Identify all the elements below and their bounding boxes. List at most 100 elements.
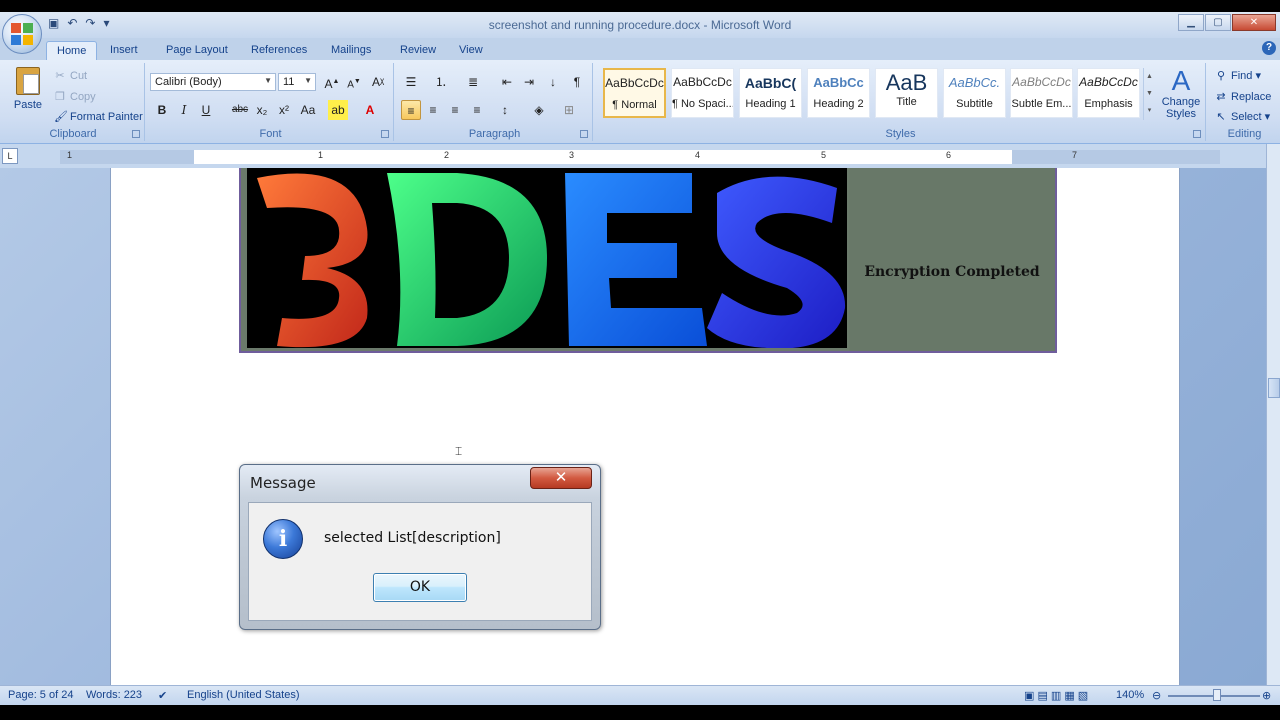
italic-button[interactable]: I (174, 100, 194, 120)
paste-icon (16, 67, 40, 95)
window-controls: ▁ ▢ ✕ (1178, 14, 1276, 31)
tab-home[interactable]: Home (46, 41, 98, 60)
paragraph-group: ☰ ⒈ ≣ ⇤ ⇥ ↓ ¶ ≡ ≡ ≡ ≡ ↕ ◈ ⊞ Paragraph (397, 63, 593, 141)
tab-selector[interactable]: L (2, 148, 18, 164)
replace-icon: ⇄ (1216, 91, 1226, 103)
replace-button[interactable]: ⇄ Replace (1215, 90, 1271, 103)
dialog-close-button[interactable]: ✕ (530, 467, 592, 489)
multilevel-list-icon[interactable]: ≣ (463, 72, 483, 92)
numbering-icon[interactable]: ⒈ (431, 72, 451, 92)
chevron-down-icon: ▼ (304, 76, 312, 85)
window-title: screenshot and running procedure.docx - … (488, 18, 792, 32)
sort-icon[interactable]: ↓ (543, 72, 563, 92)
bullets-icon[interactable]: ☰ (401, 72, 421, 92)
clipboard-group-label: Clipboard (49, 128, 97, 140)
minimize-button[interactable]: ▁ (1178, 14, 1204, 31)
style-heading-2[interactable]: AaBbCc Heading 2 (807, 68, 870, 118)
align-left-icon[interactable]: ≡ (401, 100, 421, 120)
styles-launcher-icon[interactable] (1193, 130, 1201, 138)
style-subtle-emphasis[interactable]: AaBbCcDc Subtle Em... (1010, 68, 1073, 118)
paste-button[interactable]: Paste (10, 67, 46, 121)
align-right-icon[interactable]: ≡ (445, 100, 465, 120)
style-emphasis[interactable]: AaBbCcDc Emphasis (1077, 68, 1140, 118)
info-icon: i (263, 519, 303, 559)
language-indicator[interactable]: English (United States) (187, 689, 300, 701)
dialog-title: Message (250, 474, 316, 492)
grow-font-icon[interactable]: A▲ (322, 72, 342, 92)
borders-icon[interactable]: ⊞ (559, 100, 579, 120)
paste-label: Paste (13, 99, 43, 111)
editing-group-label: Editing (1227, 128, 1262, 140)
highlight-icon[interactable]: ab (328, 100, 348, 120)
ribbon: Paste ✂ Cut ❐ Copy 🖌 Format Painter Clipboa… (0, 60, 1280, 144)
style-normal[interactable]: AaBbCcDc ¶ Normal (603, 68, 666, 118)
word-count[interactable]: Words: 223 (86, 689, 142, 701)
justify-icon[interactable]: ≡ (467, 100, 487, 120)
office-logo-icon (11, 23, 33, 45)
line-spacing-icon[interactable]: ↕ (495, 100, 515, 120)
bold-button[interactable]: B (152, 100, 172, 120)
ok-button[interactable]: OK (373, 573, 467, 602)
vertical-scrollbar[interactable] (1266, 144, 1280, 685)
help-icon[interactable]: ? (1262, 41, 1276, 55)
scrollbar-thumb[interactable] (1268, 378, 1280, 398)
page-count[interactable]: Page: 5 of 24 (8, 689, 73, 701)
subscript-button[interactable]: x₂ (252, 100, 272, 120)
find-button[interactable]: ⚲ Find ▾ (1215, 69, 1261, 82)
zoom-level[interactable]: 140% (1116, 689, 1144, 701)
shading-icon[interactable]: ◈ (529, 100, 549, 120)
message-dialog: Message ✕ i selected List[description] O… (239, 464, 601, 630)
font-color-icon[interactable]: A (360, 100, 380, 120)
horizontal-ruler[interactable]: 1 1 2 3 4 5 6 7 (60, 150, 1220, 164)
format-painter-button[interactable]: 🖌 Format Painter (54, 110, 143, 123)
tab-view[interactable]: View (449, 41, 493, 60)
tab-insert[interactable]: Insert (100, 41, 148, 60)
font-launcher-icon[interactable] (381, 130, 389, 138)
decrease-indent-icon[interactable]: ⇤ (497, 72, 517, 92)
style-heading-1[interactable]: AaBbC( Heading 1 (739, 68, 802, 118)
zoom-in-icon[interactable]: ⊕ (1262, 689, 1271, 702)
office-button[interactable] (2, 14, 42, 54)
chevron-down-icon: ▼ (264, 76, 272, 85)
change-styles-icon: A (1171, 65, 1191, 96)
clipboard-group: Paste ✂ Cut ❐ Copy 🖌 Format Painter Clipboa… (2, 63, 145, 141)
clear-formatting-icon[interactable]: Aᵡ (368, 72, 388, 92)
bottom-black-bar (0, 705, 1280, 720)
style-subtitle[interactable]: AaBbCc. Subtitle (943, 68, 1006, 118)
tab-review[interactable]: Review (390, 41, 446, 60)
superscript-button[interactable]: x² (274, 100, 294, 120)
inserted-image[interactable]: Encryption Completed (239, 168, 1057, 353)
shrink-font-icon[interactable]: A▼ (344, 72, 364, 92)
font-name-combo[interactable]: Calibri (Body) ▼ (150, 73, 276, 91)
cursor-icon: ↖ (1216, 111, 1226, 123)
tab-page-layout[interactable]: Page Layout (156, 41, 238, 60)
view-buttons[interactable]: ▣ ▤ ▥ ▦ ▧ (1024, 689, 1088, 702)
proofing-icon[interactable]: ✔ (158, 689, 167, 702)
zoom-out-icon[interactable]: ⊖ (1152, 689, 1161, 702)
copy-button[interactable]: ❐ Copy (54, 90, 96, 103)
maximize-button[interactable]: ▢ (1205, 14, 1231, 31)
3des-logo-image (247, 168, 847, 348)
styles-gallery-scroll[interactable]: ▲ ▼ ▾ (1143, 68, 1155, 120)
strikethrough-button[interactable]: abc (230, 100, 250, 120)
select-button[interactable]: ↖ Select ▾ (1215, 110, 1270, 123)
close-window-button[interactable]: ✕ (1232, 14, 1276, 31)
style-no-spacing[interactable]: AaBbCcDc ¶ No Spaci... (671, 68, 734, 118)
style-title[interactable]: AaB Title (875, 68, 938, 118)
increase-indent-icon[interactable]: ⇥ (519, 72, 539, 92)
clipboard-launcher-icon[interactable] (132, 130, 140, 138)
change-case-button[interactable]: Aa (298, 100, 318, 120)
underline-button[interactable]: U (196, 100, 216, 120)
dialog-body: i selected List[description] OK (248, 502, 592, 621)
tab-references[interactable]: References (241, 41, 317, 60)
show-formatting-icon[interactable]: ¶ (567, 72, 587, 92)
dialog-message: selected List[description] (324, 530, 501, 546)
cut-button[interactable]: ✂ Cut (54, 69, 87, 82)
tab-mailings[interactable]: Mailings (321, 41, 381, 60)
align-center-icon[interactable]: ≡ (423, 100, 443, 120)
copy-icon: ❐ (55, 91, 65, 103)
paragraph-launcher-icon[interactable] (580, 130, 588, 138)
zoom-slider-knob[interactable] (1213, 689, 1221, 701)
font-size-combo[interactable]: 11 ▼ (278, 73, 316, 91)
change-styles-button[interactable]: A Change Styles (1158, 65, 1204, 121)
